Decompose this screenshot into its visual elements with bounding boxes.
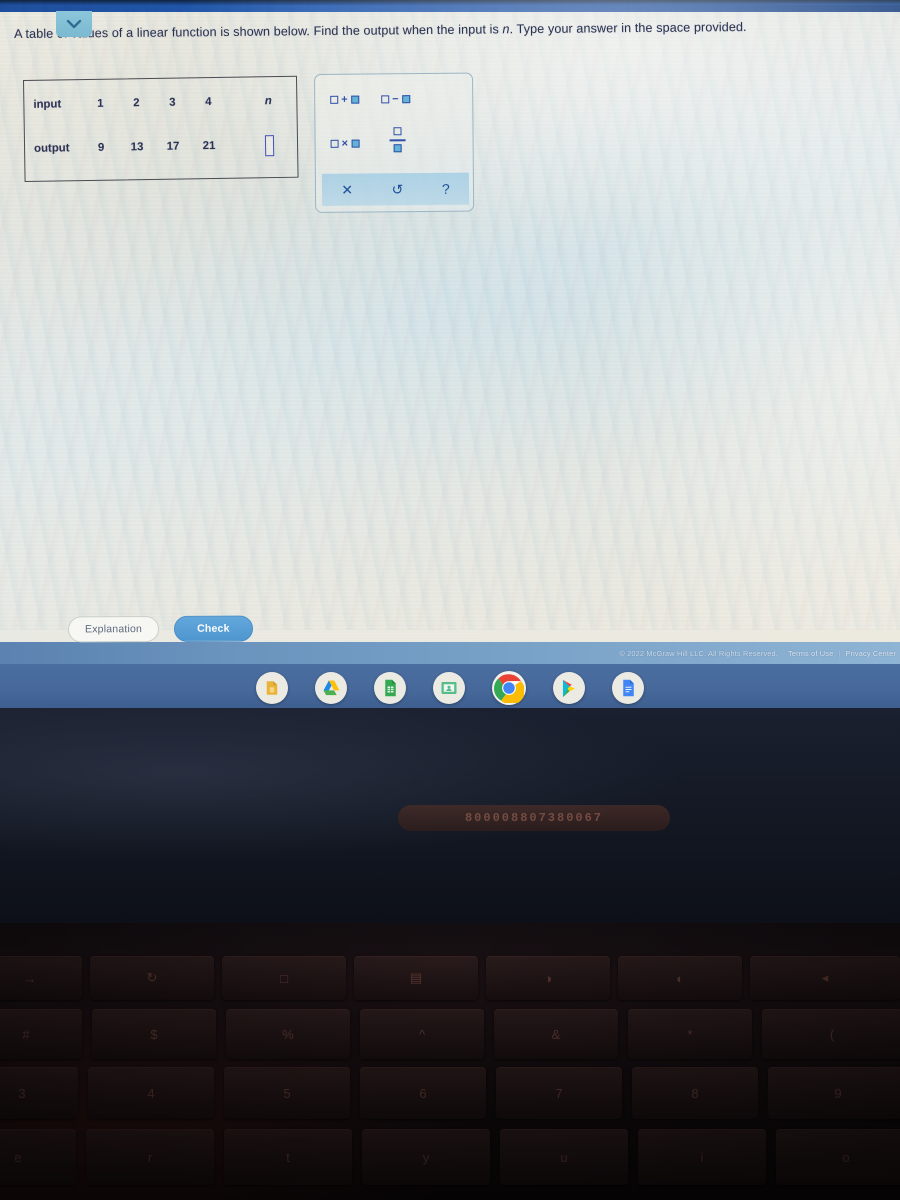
key-letter-y[interactable]: y — [362, 1129, 490, 1185]
footer-separator: | — [838, 648, 841, 658]
google-drive-icon[interactable] — [315, 672, 347, 704]
input-cell-2: 2 — [133, 97, 140, 110]
key-number-7[interactable]: 7 — [496, 1067, 622, 1119]
input-cell-variable: n — [264, 95, 272, 108]
output-cell-3: 17 — [166, 140, 180, 153]
google-docs-icon[interactable] — [612, 672, 644, 704]
key-symbol-2[interactable]: $ — [92, 1009, 216, 1059]
keypad-template-grid: + − × — [315, 74, 474, 175]
device-serial-sticker: 800008807380067 — [398, 805, 670, 831]
chromeos-shelf — [0, 664, 900, 712]
screenshot-root: A table of values of a linear function i… — [0, 0, 900, 1200]
help-button[interactable]: ? — [442, 181, 450, 197]
key-symbol-1[interactable]: # — [0, 1009, 82, 1059]
keypad-toolbar: ✕ ↺ ? — [321, 172, 470, 206]
check-button[interactable]: Check — [174, 615, 253, 642]
key-number-4[interactable]: 4 — [88, 1067, 214, 1119]
table-row-output: output 9 13 17 21 — [25, 131, 299, 163]
filled-box-icon — [351, 95, 360, 104]
copyright-text: © 2022 McGraw Hill LLC. All Rights Reser… — [619, 648, 778, 658]
input-cell-1: 1 — [97, 97, 104, 110]
key-symbol-3[interactable]: % — [226, 1009, 350, 1059]
output-cell-4: 21 — [202, 139, 216, 153]
laptop-screen: A table of values of a linear function i… — [0, 0, 900, 712]
terms-of-use-link[interactable]: Terms of Use — [788, 649, 833, 658]
key-function-5[interactable]: ◑ — [486, 956, 610, 1000]
key-function-7[interactable]: ◂ — [750, 956, 900, 1000]
google-classroom-icon[interactable] — [433, 672, 465, 704]
fraction-bar — [389, 139, 406, 141]
undo-button[interactable]: ↺ — [392, 181, 404, 197]
empty-box-icon — [330, 95, 339, 104]
footer-legal-band: © 2022 McGraw Hill LLC. All Rights Reser… — [0, 642, 900, 664]
plus-operator: + — [341, 93, 349, 106]
screen-top-edge — [0, 0, 900, 5]
subtraction-template-button[interactable]: − — [381, 93, 411, 106]
denominator-box-icon — [393, 143, 402, 152]
fraction-icon — [389, 126, 406, 154]
action-button-bar: Explanation Check — [67, 615, 253, 643]
row-label-input: input — [33, 98, 62, 111]
output-cell-1: 9 — [97, 141, 105, 154]
input-cell-3: 3 — [169, 96, 176, 109]
filled-box-icon — [351, 139, 360, 148]
addition-template-button[interactable]: + — [330, 93, 360, 106]
function-values-table: input 1 2 3 4 n output 9 13 17 21 — [23, 75, 299, 182]
times-operator: × — [341, 137, 349, 150]
explanation-button[interactable]: Explanation — [67, 616, 160, 643]
google-keep-icon[interactable] — [256, 672, 288, 704]
numerator-box-icon — [393, 127, 402, 136]
key-number-6[interactable]: 6 — [360, 1067, 486, 1119]
key-number-5[interactable]: 5 — [224, 1067, 350, 1119]
chevron-down-icon — [66, 19, 82, 29]
key-number-8[interactable]: 8 — [632, 1067, 758, 1119]
empty-box-icon — [330, 139, 339, 148]
row-label-output: output — [33, 142, 70, 155]
key-symbol-4[interactable]: ^ — [360, 1009, 484, 1059]
key-letter-i[interactable]: i — [638, 1129, 766, 1185]
key-letter-u[interactable]: u — [500, 1129, 628, 1185]
key-letter-o[interactable]: o — [776, 1129, 900, 1185]
answer-input[interactable] — [264, 134, 274, 156]
minus-operator: − — [392, 93, 400, 106]
key-number-3[interactable]: 3 — [0, 1067, 78, 1119]
laptop-keyboard: → ↻ □ ▤ ◑ ◐ ◂ # $ % ^ & * ( 3 4 5 6 7 8 … — [0, 923, 900, 1200]
key-symbol-5[interactable]: & — [494, 1009, 618, 1059]
table-row-input: input 1 2 3 4 n — [24, 87, 298, 119]
key-letter-r[interactable]: r — [86, 1129, 214, 1185]
key-number-9[interactable]: 9 — [768, 1067, 900, 1119]
google-play-store-icon[interactable] — [553, 672, 585, 704]
key-function-6[interactable]: ◐ — [618, 956, 742, 1000]
answer-slot[interactable] — [247, 134, 291, 156]
privacy-center-link[interactable]: Privacy Center — [845, 649, 896, 658]
clear-button[interactable]: ✕ — [341, 182, 353, 198]
input-cell-4: 4 — [205, 96, 212, 109]
key-function-3[interactable]: □ — [222, 956, 346, 1000]
filled-box-icon — [402, 95, 411, 104]
multiplication-template-button[interactable]: × — [330, 137, 360, 150]
fraction-template-button[interactable] — [389, 126, 406, 154]
output-cell-2: 13 — [130, 141, 144, 154]
empty-box-icon — [381, 95, 390, 104]
key-symbol-7[interactable]: ( — [762, 1009, 900, 1059]
key-function-2[interactable]: ↻ — [90, 956, 214, 1000]
google-sheets-icon[interactable] — [374, 672, 406, 704]
key-function-4[interactable]: ▤ — [354, 956, 478, 1000]
google-chrome-icon[interactable] — [492, 671, 526, 712]
key-function-1[interactable]: → — [0, 956, 82, 1000]
key-letter-t[interactable]: t — [224, 1129, 352, 1185]
key-letter-e[interactable]: e — [0, 1129, 76, 1185]
math-keypad-panel: + − × ✕ ↺ ? — [314, 72, 475, 213]
key-symbol-6[interactable]: * — [628, 1009, 752, 1059]
device-serial-text: 800008807380067 — [464, 811, 604, 825]
prompt-text-end: . Type your answer in the space provided… — [509, 19, 747, 37]
collapse-panel-tab[interactable] — [56, 11, 92, 37]
